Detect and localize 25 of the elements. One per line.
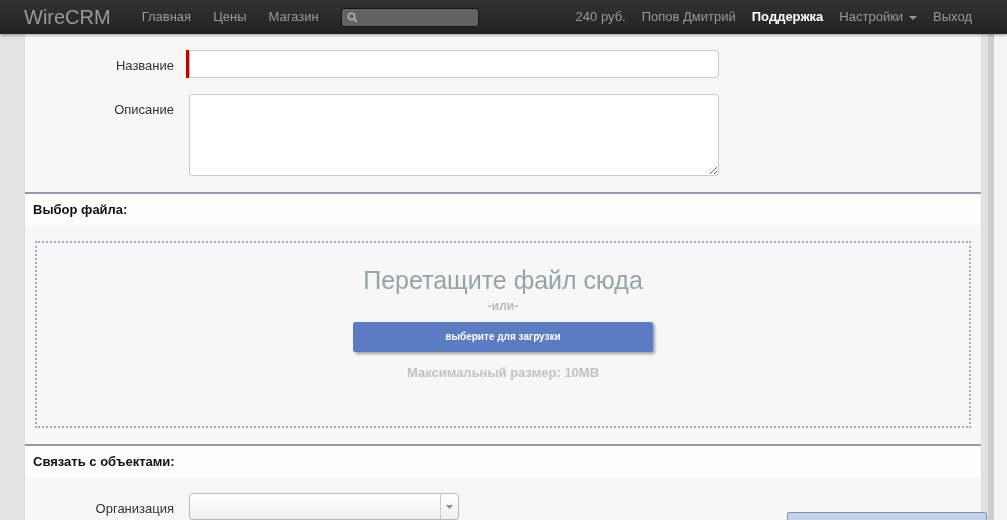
or-text: -или-: [487, 297, 519, 315]
upload-button[interactable]: выберите для загрузки: [353, 321, 653, 352]
search-icon: [346, 11, 358, 23]
field-label: Название: [114, 57, 175, 75]
caret-icon: [909, 15, 918, 20]
nav-link[interactable]: Магазин: [268, 7, 319, 27]
dropdown-field[interactable]: [189, 493, 459, 520]
field-label: Описание: [113, 101, 175, 119]
drop-hint: Перетащите файл сюда: [363, 264, 643, 295]
section-title: Связать с объектами:: [25, 443, 981, 477]
section-title: Выбор файла:: [25, 192, 981, 226]
text-field[interactable]: [189, 50, 719, 78]
search-field[interactable]: [340, 7, 479, 27]
nav-link[interactable]: Поддержка: [751, 7, 824, 27]
brand-logo[interactable]: WireCRM: [24, 2, 111, 32]
text-area[interactable]: [189, 94, 719, 176]
dropdown-arrow-icon: [446, 504, 453, 509]
nav-link[interactable]: Попов Дмитрий: [641, 7, 736, 27]
balance-text: 240 руб.: [575, 8, 626, 27]
settings-menu[interactable]: Настройки: [839, 7, 918, 27]
nav-link[interactable]: Выход: [933, 7, 972, 27]
field-label: Организация: [94, 500, 175, 518]
nav-link[interactable]: Цены: [213, 7, 247, 27]
scrollbar[interactable]: [988, 34, 1007, 520]
nav-link[interactable]: Главная: [141, 7, 192, 27]
